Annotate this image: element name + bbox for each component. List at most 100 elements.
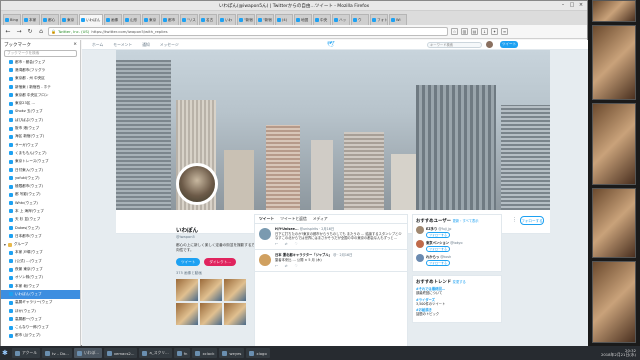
clock[interactable]: 20:32 2018年2月21日(水) xyxy=(601,348,640,358)
media-thumbnail[interactable] xyxy=(200,279,222,301)
bookmark-item[interactable]: ばびぱぷ(ウェブ) xyxy=(1,116,80,124)
home-button[interactable]: ⌂ xyxy=(37,28,45,36)
bookmark-item[interactable]: (公式) ...(ウェブ xyxy=(1,257,80,265)
tab-tweets-replies[interactable]: ツイートと返信 xyxy=(280,216,307,222)
bookmark-item[interactable]: ほか(ウェブ) xyxy=(1,307,80,315)
bookmark-item[interactable]: 東京都 中央区フロン xyxy=(1,91,80,99)
avatar[interactable] xyxy=(416,240,424,248)
minimize-icon[interactable]: – xyxy=(560,2,566,8)
nav-notifications[interactable]: 通知 xyxy=(142,42,150,48)
bookmark-item[interactable]: 港湾都市(フリグラ xyxy=(1,66,80,74)
taskbar-item[interactable]: weyes xyxy=(219,348,245,358)
bookmark-item[interactable]: 日本都市(ウェブ xyxy=(1,232,80,240)
bookmarks-icon[interactable]: ☆ xyxy=(451,28,458,35)
bookmark-item[interactable]: くまももん(ウェブ) xyxy=(1,149,80,157)
direct-message-button[interactable]: ダイレクト… xyxy=(204,258,236,266)
browser-tab[interactable]: 東京 xyxy=(60,14,78,25)
bookmark-item[interactable]: 極限都市(ウェブ) xyxy=(1,182,80,190)
forward-button[interactable]: → xyxy=(15,28,23,36)
tweet-actions[interactable]: ↩ ⇄ ♡ xyxy=(275,264,403,269)
suggestion-name[interactable]: 東京ペンション xyxy=(426,241,449,245)
bookmark-item[interactable]: 東京都 - 州 中央区 xyxy=(1,75,80,83)
bookmark-item[interactable]: 高層ギャラリー(ウェブ xyxy=(1,299,80,307)
media-thumbnail[interactable] xyxy=(224,303,246,325)
follow-button[interactable]: フォローする xyxy=(426,260,451,266)
bookmark-item[interactable]: 高層都一(ウェブ xyxy=(1,315,80,323)
taskbar-item[interactable]: xlogo xyxy=(246,348,270,358)
tweet[interactable]: 日本 運北都キャラクター「ジャブル」 @ · 2月16日 聖者本来比 … 公開 … xyxy=(255,250,407,273)
twitter-search-input[interactable]: キーワード検索 xyxy=(427,42,482,48)
media-link[interactable]: 375 画像と動画 xyxy=(176,271,256,276)
follow-button[interactable]: フォローする xyxy=(520,216,544,225)
bookmark-item[interactable]: 本家 坂(ウェブ xyxy=(1,282,80,290)
browser-tab[interactable]: 地図 xyxy=(294,14,312,25)
start-menu-icon[interactable]: ✱ xyxy=(2,349,10,357)
tweet-button[interactable]: ツイート xyxy=(500,41,518,48)
trend-item[interactable]: #お絵描き 話題のトピック xyxy=(416,308,498,317)
avatar[interactable] xyxy=(486,41,493,48)
browser-tab[interactable]: 都心 xyxy=(41,14,59,25)
bookmark-folder[interactable]: ▾ グループ xyxy=(1,241,80,249)
window-titlebar[interactable]: いわぽん(@iwapon5ん) | Twitterからの自由…ツイート - Mo… xyxy=(1,1,587,11)
nav-moments[interactable]: モーメント xyxy=(113,42,132,48)
bookmark-item[interactable]: サーガ(ウェブ xyxy=(1,141,80,149)
avatar[interactable] xyxy=(259,254,271,267)
back-button[interactable]: ← xyxy=(4,28,12,36)
media-thumbnail[interactable] xyxy=(176,279,198,301)
close-icon[interactable]: × xyxy=(73,42,77,47)
browser-tab[interactable]: 画像 xyxy=(104,14,122,25)
url-bar[interactable]: 🔒 Twitter, Inc. (US) https://twitter.com… xyxy=(48,27,448,36)
menu-icon[interactable]: ≡ xyxy=(501,28,508,35)
bookmark-item[interactable]: 夜景 東京(ウェブ xyxy=(1,265,80,273)
bookmark-item[interactable]: Whtc(ウェブ) xyxy=(1,199,80,207)
bookmark-item[interactable]: 本 上 海岸(ウェブ xyxy=(1,207,80,215)
nav-messages[interactable]: メッセージ xyxy=(160,42,179,48)
extension-icon[interactable]: ✦ xyxy=(491,28,498,35)
browser-tab[interactable]: 中央 xyxy=(313,14,331,25)
more-icon[interactable]: ⋮ xyxy=(512,217,517,223)
browser-tab[interactable]: "リス xyxy=(180,14,198,25)
who-refresh-link[interactable]: 更新・すべて表示 xyxy=(453,219,479,223)
library-icon[interactable]: ▥ xyxy=(461,28,468,35)
browser-tab[interactable]: (4) xyxy=(275,14,293,25)
bookmark-item[interactable]: 東京23区 ... xyxy=(1,99,80,107)
browser-tab[interactable]: Bing xyxy=(3,14,21,25)
browser-tab[interactable]: いわ xyxy=(218,14,236,25)
chevron-down-icon[interactable]: ▾ xyxy=(4,243,6,247)
sidebar-icon[interactable]: ▤ xyxy=(471,28,478,35)
trends-change-link[interactable]: 変更する xyxy=(453,280,466,284)
taskbar-item[interactable]: xemacs2... xyxy=(103,348,138,358)
bookmark-item[interactable]: yofuki(ウェブ) xyxy=(1,174,80,182)
taskbar-item[interactable]: a_スクリ... xyxy=(139,348,172,358)
maximize-icon[interactable]: □ xyxy=(569,2,575,8)
follow-button[interactable]: フォローする xyxy=(426,232,451,238)
browser-tab[interactable]: いわぽん xyxy=(79,14,103,25)
trend-item[interactable]: #ライダーズ 3,500件のツイート xyxy=(416,298,498,307)
avatar[interactable] xyxy=(416,226,424,234)
taskbar-item[interactable]: アクール xyxy=(12,348,40,358)
avatar[interactable] xyxy=(416,254,424,262)
bookmark-item[interactable]: 都市 山(ウェブ) xyxy=(1,332,80,340)
taskbar-item[interactable]: tv – Do... xyxy=(42,348,72,358)
reload-button[interactable]: ↻ xyxy=(26,28,34,36)
browser-tab[interactable]: フォト xyxy=(370,14,388,25)
tweet[interactable]: H/Y-Unisee... @unispirits · 2月16日 日下に打ちた… xyxy=(255,224,407,251)
close-icon[interactable]: × xyxy=(578,2,584,8)
bookmark-item[interactable]: 新宿東 / 新宿西 - ホテ xyxy=(1,83,80,91)
download-icon[interactable]: ↓ xyxy=(481,28,488,35)
tweet-to-button[interactable]: ツイート xyxy=(176,258,201,266)
bookmark-item[interactable]: 海区 新宿(ウェブ) xyxy=(1,133,80,141)
browser-tab[interactable]: 都市 xyxy=(161,14,179,25)
tab-tweets[interactable]: ツイート xyxy=(259,216,274,222)
follow-button[interactable]: フォローする xyxy=(426,246,451,252)
taskbar-item[interactable]: fn xyxy=(173,348,191,358)
browser-tab[interactable]: 山形 xyxy=(123,14,141,25)
bookmark-item[interactable]: Shokz 五(ウェブ xyxy=(1,108,80,116)
nav-home[interactable]: ホーム xyxy=(92,42,103,48)
browser-tab[interactable]: 名古 xyxy=(199,14,217,25)
bookmark-item[interactable]: いわぽん(ウェブ xyxy=(1,290,80,299)
browser-tab[interactable]: "新宿 xyxy=(237,14,255,25)
bookmark-item[interactable]: 阪市 港(ウェブ xyxy=(1,124,80,132)
bookmark-search-input[interactable]: ブックマークを検索 xyxy=(4,50,77,57)
taskbar-item[interactable]: いわぽ... xyxy=(73,348,102,358)
